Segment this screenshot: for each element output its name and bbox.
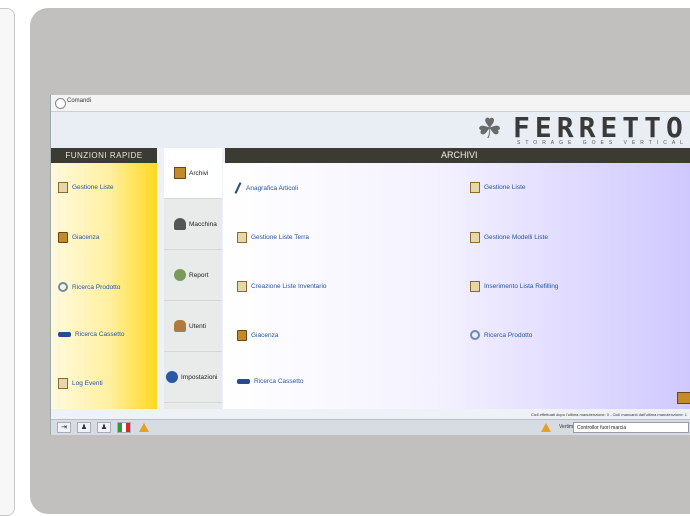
warning-icon xyxy=(541,423,551,432)
archivi-title: ARCHIVI xyxy=(441,150,478,160)
search-icon xyxy=(470,330,480,340)
quick-ricerca-cassetto[interactable]: Ricerca Cassetto xyxy=(58,331,125,338)
box-icon xyxy=(58,232,68,243)
archivi-item-label: Gestione Liste Terra xyxy=(251,234,310,241)
archivi-title-bar: ARCHIVI xyxy=(225,148,690,163)
archivi-item-label: Inserimento Lista Refilling xyxy=(484,283,559,290)
archivi-ricerca-prodotto[interactable]: Ricerca Prodotto xyxy=(470,330,532,340)
quick-item-label: Log Eventi xyxy=(72,380,103,387)
log-icon xyxy=(58,378,68,389)
list-icon xyxy=(237,232,247,243)
box-icon xyxy=(677,392,690,404)
archivi-gestione-modelli-liste[interactable]: Gestione Modelli Liste xyxy=(470,232,548,243)
quick-ricerca-prodotto[interactable]: Ricerca Prodotto xyxy=(58,282,120,292)
archivi-item-label: Giacenza xyxy=(251,332,279,339)
list-icon xyxy=(237,281,247,292)
archivi-gestione-liste[interactable]: Gestione Liste xyxy=(470,182,526,193)
quick-item-label: Gestione Liste xyxy=(72,184,114,191)
section-tabs: Archivi Macchina Report Utenti Impostazi… xyxy=(164,148,222,409)
quick-item-label: Giacenza xyxy=(72,234,100,241)
archivi-item-label: Gestione Liste xyxy=(484,184,526,191)
title-bar: Comandi xyxy=(51,95,690,112)
archivi-item-label: Gestione Modelli Liste xyxy=(484,234,548,241)
list-icon xyxy=(58,182,68,193)
pen-icon xyxy=(234,182,242,194)
archivi-giacenza[interactable]: Giacenza xyxy=(237,330,278,341)
list-icon xyxy=(470,232,480,243)
quick-item-label: Ricerca Prodotto xyxy=(72,283,121,291)
app-icon xyxy=(55,98,66,109)
archivi-item-label: Ricerca Cassetto xyxy=(254,378,304,385)
archivi-ricerca-cassetto[interactable]: Ricerca Cassetto xyxy=(237,378,304,385)
list-icon xyxy=(470,182,480,193)
tray-icon xyxy=(237,379,250,384)
box-icon xyxy=(237,330,247,341)
brand-name: FERRETTO xyxy=(513,111,688,144)
user-logout-button[interactable]: ♟ xyxy=(97,422,111,433)
tab-utenti[interactable]: Utenti xyxy=(164,301,222,352)
italian-flag-icon[interactable] xyxy=(117,422,131,433)
users-icon xyxy=(174,320,186,332)
tray-icon xyxy=(58,332,71,337)
status-bar: ⇥ ♟ ♟ Vertimat Controllor fuori marcia xyxy=(51,419,690,435)
quick-functions-title: FUNZIONI RAPIDE xyxy=(51,148,157,163)
exit-button[interactable]: ⇥ xyxy=(57,422,71,433)
left-page-edge xyxy=(0,8,15,516)
list-icon xyxy=(470,281,480,292)
app-window: Comandi ☘ FERRETTO STORAGE GOES VERTICAL… xyxy=(50,95,690,435)
quick-gestione-liste[interactable]: Gestione Liste xyxy=(58,182,114,193)
window-title: Comandi xyxy=(67,98,92,104)
archive-icon xyxy=(174,167,186,179)
report-icon xyxy=(174,269,186,281)
archivi-inserimento-lista-refilling[interactable]: Inserimento Lista Refilling xyxy=(470,281,558,292)
tab-label: Impostazioni xyxy=(181,373,218,381)
tab-label: Archivi xyxy=(189,169,209,177)
warning-icon[interactable] xyxy=(139,423,149,432)
tab-archivi[interactable]: Archivi xyxy=(164,148,222,199)
brand-header: ☘ FERRETTO STORAGE GOES VERTICAL xyxy=(51,112,690,148)
maintenance-info: Cicli effettuati dopo l'ultima manutenzi… xyxy=(51,409,690,419)
quick-item-label: Ricerca Cassetto xyxy=(75,331,125,338)
maintenance-info-text: Cicli effettuati dopo l'ultima manutenzi… xyxy=(531,412,687,417)
machine-status-field: Controllor fuori marcia xyxy=(573,422,689,433)
tab-report[interactable]: Report xyxy=(164,250,222,301)
archivi-item-label: Ricerca Prodotto xyxy=(484,331,533,339)
brand-tagline: STORAGE GOES VERTICAL xyxy=(517,140,688,146)
clover-logo-icon: ☘ xyxy=(477,112,503,145)
settings-icon xyxy=(166,371,178,383)
tab-label: Utenti xyxy=(189,322,206,330)
machine-icon xyxy=(174,218,186,230)
archivi-item-label: Anagrafica Articoli xyxy=(246,184,299,192)
archivi-anagrafica-articoli[interactable]: Anagrafica Articoli xyxy=(234,182,299,194)
ferretto-logo: ☘ FERRETTO STORAGE GOES VERTICAL xyxy=(477,111,690,147)
quick-giacenza[interactable]: Giacenza xyxy=(58,232,99,243)
archivi-creazione-liste-inventario[interactable]: Creazione Liste Inventario xyxy=(237,281,327,292)
archivi-item-label: Creazione Liste Inventario xyxy=(251,283,327,290)
archivi-panel: Anagrafica Articoli Gestione Liste Gesti… xyxy=(223,163,690,409)
tab-macchina[interactable]: Macchina xyxy=(164,199,222,250)
tab-label: Macchina xyxy=(189,220,217,228)
archivi-gestione-liste-terra[interactable]: Gestione Liste Terra xyxy=(237,232,309,243)
search-icon xyxy=(58,282,68,292)
user-login-button[interactable]: ♟ xyxy=(77,422,91,433)
tab-label: Report xyxy=(189,271,209,279)
quick-log-eventi[interactable]: Log Eventi xyxy=(58,378,103,389)
quick-functions-panel: Gestione Liste Giacenza Ricerca Prodotto… xyxy=(51,163,157,409)
tab-impostazioni[interactable]: Impostazioni xyxy=(164,352,222,403)
